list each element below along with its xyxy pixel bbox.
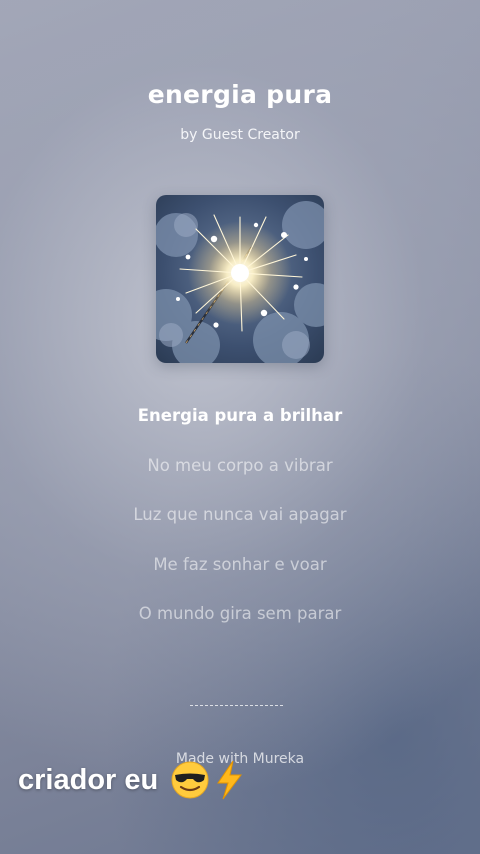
- lyric-line[interactable]: O mundo gira sem parar: [0, 600, 480, 650]
- cover-art[interactable]: [156, 195, 324, 363]
- lyric-line-active[interactable]: Energia pura a brilhar: [0, 402, 480, 452]
- caption-text: criador eu: [18, 763, 159, 796]
- high-voltage-icon: [217, 760, 243, 800]
- lyric-line[interactable]: Luz que nunca vai apagar: [0, 501, 480, 551]
- caption-overlay: criador eu: [18, 760, 244, 800]
- song-title: energia pura: [147, 80, 333, 109]
- divider: [190, 705, 283, 706]
- sparkler-artwork-icon: [156, 195, 324, 363]
- lyric-line[interactable]: Me faz sonhar e voar: [0, 551, 480, 601]
- lyrics-list: Energia pura a brilhar No meu corpo a vi…: [0, 402, 480, 650]
- song-author[interactable]: by Guest Creator: [0, 127, 480, 143]
- smiling-face-with-sunglasses-icon: [171, 761, 209, 799]
- lyric-line[interactable]: No meu corpo a vibrar: [0, 452, 480, 502]
